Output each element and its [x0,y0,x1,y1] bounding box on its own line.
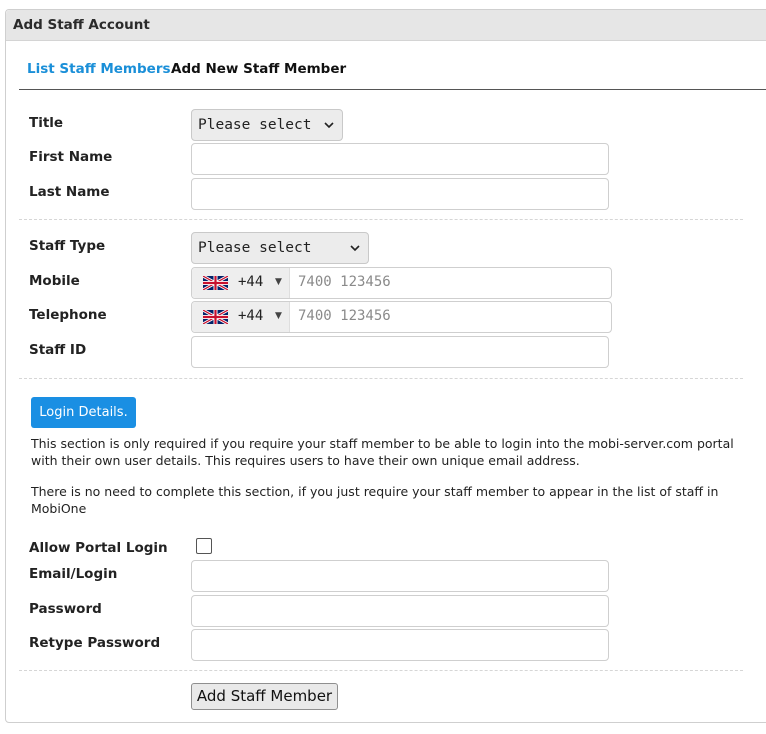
chevron-down-icon [350,245,360,252]
title-select[interactable]: Please select [191,109,343,141]
email-login-label: Email/Login [29,566,118,582]
first-name-input[interactable] [191,143,609,175]
telephone-placeholder: 7400 123456 [298,308,391,324]
title-label: Title [29,115,64,131]
tab-divider [19,89,766,90]
allow-portal-login-checkbox[interactable] [196,538,212,554]
login-details-button[interactable]: Login Details. [31,397,136,428]
last-name-input[interactable] [191,178,609,210]
section-divider [19,378,743,379]
caret-down-icon: ▼ [275,277,282,287]
first-name-label: First Name [29,149,113,165]
caret-down-icon: ▼ [275,311,282,321]
chevron-down-icon [324,122,334,129]
section-divider [19,670,743,671]
password-label: Password [29,601,102,617]
panel-title: Add Staff Account [13,17,150,33]
telephone-country-code: +44 [238,308,264,324]
tab-list-staff-members[interactable]: List Staff Members [27,61,171,77]
allow-portal-login-label: Allow Portal Login [29,540,168,556]
telephone-phone-input[interactable]: +44 ▼ 7400 123456 [191,301,612,333]
section-divider [19,219,743,220]
panel-header: Add Staff Account [6,10,766,41]
telephone-country-selector[interactable]: +44 ▼ [192,302,290,332]
mobile-country-selector[interactable]: +44 ▼ [192,268,290,298]
uk-flag-icon [203,276,228,290]
add-staff-member-button[interactable]: Add Staff Member [191,683,338,710]
login-info-paragraph: This section is only required if you req… [31,436,734,468]
mobile-label: Mobile [29,273,80,289]
uk-flag-icon [203,310,228,324]
mobile-country-code: +44 [238,274,264,290]
email-login-input[interactable] [191,560,609,592]
password-input[interactable] [191,595,609,627]
retype-password-input[interactable] [191,629,609,661]
staff-type-select[interactable]: Please select [191,232,369,264]
staff-type-label: Staff Type [29,238,106,254]
staff-id-input[interactable] [191,336,609,368]
mobile-placeholder: 7400 123456 [298,274,391,290]
staff-type-select-value: Please select [198,240,312,256]
telephone-label: Telephone [29,307,107,323]
tab-add-new-staff-member[interactable]: Add New Staff Member [171,61,346,77]
title-select-value: Please select [198,117,312,133]
mobile-phone-input[interactable]: +44 ▼ 7400 123456 [191,267,612,299]
staff-id-label: Staff ID [29,342,87,358]
retype-password-label: Retype Password [29,635,161,651]
last-name-label: Last Name [29,184,110,200]
login-optional-paragraph: There is no need to complete this sectio… [31,484,719,516]
